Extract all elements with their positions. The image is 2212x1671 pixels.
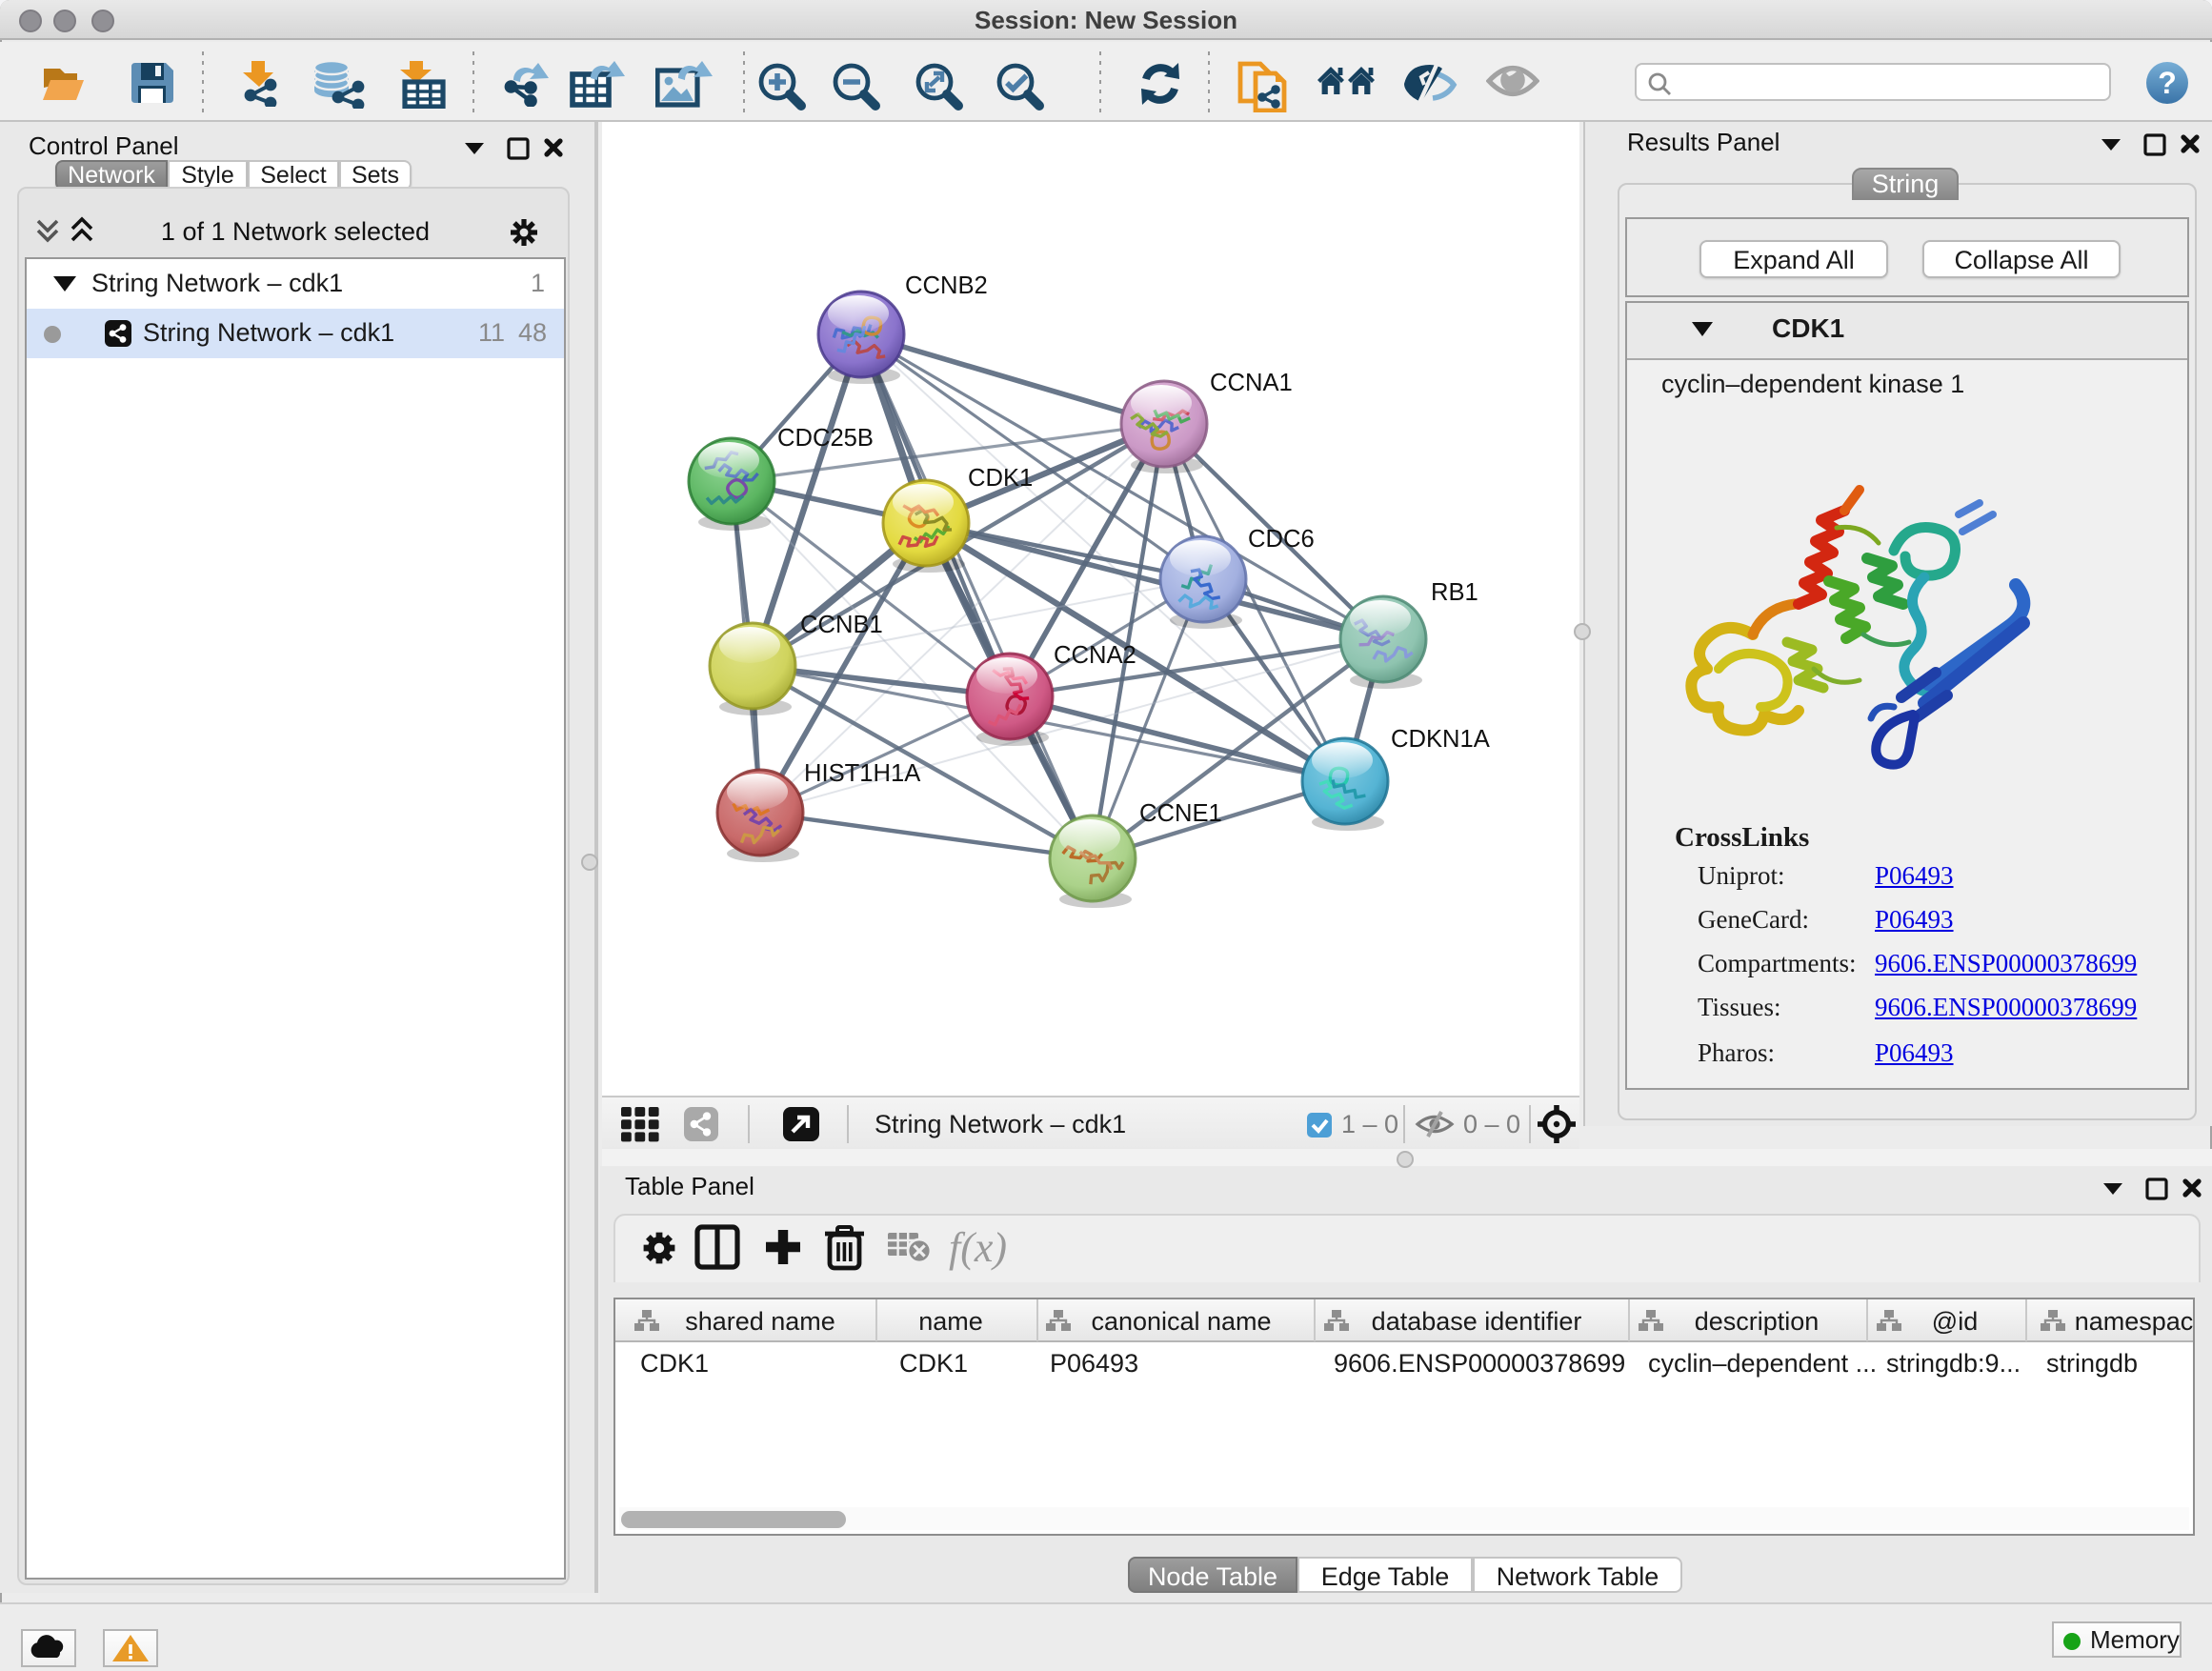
svg-text:@id: @id [1932, 1307, 1978, 1336]
svg-text:f(x): f(x) [949, 1224, 1007, 1271]
svg-text:HIST1H1A: HIST1H1A [804, 760, 921, 787]
svg-text:1 – 0: 1 – 0 [1341, 1110, 1398, 1138]
svg-text:description: description [1695, 1307, 1820, 1336]
svg-text:canonical name: canonical name [1091, 1307, 1271, 1336]
svg-text:database identifier: database identifier [1372, 1307, 1582, 1336]
svg-text:name: name [918, 1307, 983, 1336]
svg-text:CDK1: CDK1 [899, 1349, 968, 1378]
svg-text:9606.ENSP00000378699: 9606.ENSP00000378699 [1334, 1349, 1625, 1378]
svg-text:CCNE1: CCNE1 [1139, 800, 1222, 827]
svg-text:cyclin–dependent ...: cyclin–dependent ... [1648, 1349, 1877, 1378]
svg-text:stringdb:9...: stringdb:9... [1886, 1349, 2021, 1378]
svg-text:CCNA1: CCNA1 [1210, 370, 1293, 396]
svg-text:CCNB2: CCNB2 [905, 272, 988, 299]
svg-text:P06493: P06493 [1050, 1349, 1138, 1378]
svg-text:CDKN1A: CDKN1A [1391, 726, 1491, 753]
svg-text:namespac: namespac [2075, 1307, 2193, 1336]
svg-text:?: ? [2158, 66, 2177, 100]
svg-text:CCNA2: CCNA2 [1054, 642, 1136, 669]
svg-text:0 – 0: 0 – 0 [1463, 1110, 1520, 1138]
svg-text:CDC25B: CDC25B [777, 425, 874, 452]
svg-text:shared name: shared name [685, 1307, 835, 1336]
svg-text:CDC6: CDC6 [1248, 526, 1315, 553]
svg-text:RB1: RB1 [1431, 579, 1478, 606]
svg-text:CDK1: CDK1 [640, 1349, 709, 1378]
svg-text:CDK1: CDK1 [968, 465, 1033, 492]
svg-text:String Network – cdk1: String Network – cdk1 [875, 1110, 1126, 1138]
svg-text:stringdb: stringdb [2046, 1349, 2138, 1378]
svg-text:CCNB1: CCNB1 [800, 612, 883, 638]
svg-text:1 of 1 Network selected: 1 of 1 Network selected [161, 217, 430, 246]
